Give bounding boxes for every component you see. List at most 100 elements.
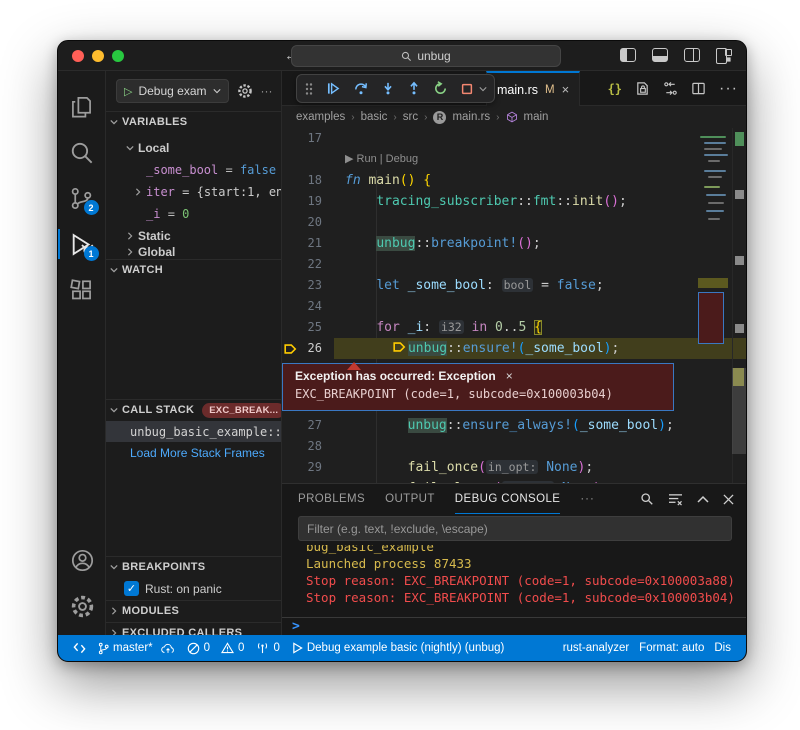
excluded-callers-section-header[interactable]: EXCLUDED CALLERS [106, 622, 281, 635]
glyph-margin[interactable] [282, 436, 298, 457]
activitybar-item-explorer[interactable] [58, 83, 106, 129]
statusbar-item-remote[interactable] [68, 635, 91, 661]
lock-file-icon[interactable] [635, 81, 650, 96]
breadcrumb-item[interactable]: basic [361, 111, 388, 123]
start-debug-icon[interactable]: ▷ [124, 85, 132, 98]
close-panel-icon[interactable] [723, 494, 734, 505]
console-filter-input[interactable]: Filter (e.g. text, !exclude, \escape) [298, 516, 732, 541]
step-over-icon[interactable] [353, 81, 369, 96]
editor-more-actions-icon[interactable]: ··· [719, 80, 738, 98]
activitybar-item-source-control[interactable]: 2 [58, 175, 106, 221]
panel-tab-debug-console[interactable]: DEBUG CONSOLE [455, 484, 561, 514]
console-line[interactable]: Stop reason: EXC_BREAKPOINT (code=1, sub… [306, 589, 746, 606]
stack-frame-row[interactable]: unbug_basic_example::ma [106, 421, 281, 442]
stop-options-chevron-icon[interactable] [479, 85, 487, 93]
glyph-margin[interactable] [282, 457, 298, 478]
load-more-frames-link[interactable]: Load More Stack Frames [106, 442, 281, 463]
glyph-margin[interactable] [282, 170, 298, 191]
glyph-margin[interactable] [282, 296, 298, 317]
breadcrumb-item[interactable]: src [403, 111, 418, 123]
console-prompt[interactable]: > [282, 617, 746, 635]
code-line-29[interactable]: 29 fail_once(in_opt: None); [282, 457, 746, 478]
console-line[interactable]: Launched process 87433 [306, 555, 746, 572]
glyph-margin[interactable] [282, 317, 298, 338]
maximize-panel-chevron-icon[interactable] [697, 495, 709, 503]
callstack-section-header[interactable]: CALL STACK EXC_BREAK... [106, 399, 281, 420]
codelens-run-debug[interactable]: ▶ Run | Debug [282, 149, 746, 170]
launch-config-dropdown[interactable]: ▷ Debug exam [116, 79, 229, 103]
stop-icon[interactable] [460, 82, 474, 96]
activitybar-item-settings[interactable] [58, 583, 106, 629]
variable-row[interactable]: _some_bool = false [106, 159, 281, 180]
gear-icon[interactable] [237, 83, 253, 99]
code-line-27[interactable]: 27 unbug::ensure_always!(_some_bool); [282, 415, 746, 436]
variables-scope-static[interactable]: Static [106, 225, 281, 246]
debug-current-line-arrow-icon[interactable] [282, 338, 298, 359]
panel-search-icon[interactable] [640, 492, 654, 506]
code-line-28[interactable]: 28 [282, 436, 746, 457]
continue-icon[interactable] [326, 81, 341, 96]
variable-row[interactable]: iter = {start:1, end… [106, 181, 281, 202]
format-braces-icon[interactable]: {} [608, 82, 622, 96]
breakpoints-section-header[interactable]: BREAKPOINTS [106, 556, 281, 577]
code-editor[interactable]: 17▶ Run | Debug18fn main() {19 tracing_s… [282, 128, 746, 483]
command-center-search[interactable]: unbug [291, 45, 561, 67]
split-editor-icon[interactable] [691, 81, 706, 96]
activitybar-item-search[interactable] [58, 129, 106, 175]
breadcrumb-item[interactable]: examples [296, 111, 345, 123]
toggle-sidebar-icon[interactable] [620, 48, 636, 62]
panel-tab-problems[interactable]: PROBLEMS [298, 484, 365, 514]
glyph-margin[interactable] [282, 233, 298, 254]
panel-tab-output[interactable]: OUTPUT [385, 484, 435, 514]
variables-scope-local[interactable]: Local [106, 137, 281, 158]
open-changes-icon[interactable] [663, 81, 678, 96]
activitybar-item-run-and-debug[interactable]: 1 [58, 221, 106, 267]
glyph-margin[interactable] [282, 191, 298, 212]
toolbar-drag-handle[interactable] [304, 82, 314, 96]
statusbar-item-debug-play[interactable]: Debug example basic (nightly) (unbug) [287, 635, 510, 661]
restart-icon[interactable] [433, 81, 448, 96]
variables-scope-global[interactable]: Global [106, 244, 281, 259]
sidebar-more-actions[interactable]: ··· [261, 84, 273, 98]
glyph-margin[interactable] [282, 128, 298, 149]
code-line-22[interactable]: 22 [282, 254, 746, 275]
minimize-window-button[interactable] [92, 50, 104, 62]
code-line-21[interactable]: 21 unbug::breakpoint!(); [282, 233, 746, 254]
statusbar-item-error[interactable]: 00 [182, 635, 250, 661]
code-line-20[interactable]: 20 [282, 212, 746, 233]
overview-ruler[interactable] [732, 128, 746, 483]
console-line[interactable]: bug_basic_example [306, 545, 746, 555]
debug-console-output[interactable]: bug_basic_exampleLaunched process 87433S… [282, 545, 746, 617]
breadcrumb-item[interactable]: main [524, 111, 549, 123]
glyph-margin[interactable] [282, 275, 298, 296]
code-line-25[interactable]: 25 for _i: i32 in 0..5 { [282, 317, 746, 338]
clear-console-icon[interactable] [668, 493, 683, 506]
console-line[interactable]: Stop reason: EXC_BREAKPOINT (code=1, sub… [306, 572, 746, 589]
panel-more-tabs-icon[interactable]: ··· [580, 493, 595, 505]
toggle-secondary-sidebar-icon[interactable] [684, 48, 700, 62]
watch-section-header[interactable]: WATCH [106, 259, 281, 280]
glyph-margin[interactable] [282, 254, 298, 275]
code-line-24[interactable]: 24 [282, 296, 746, 317]
code-line-19[interactable]: 19 tracing_subscriber::fmt::init(); [282, 191, 746, 212]
statusbar-item-format-auto[interactable]: Format: auto [634, 642, 709, 654]
statusbar-item-rust-analyzer[interactable]: rust-analyzer [558, 642, 634, 654]
glyph-margin[interactable] [282, 212, 298, 233]
tab-main-rs[interactable]: main.rs M × [486, 71, 580, 106]
toggle-panel-icon[interactable] [652, 48, 668, 62]
modules-section-header[interactable]: MODULES [106, 600, 281, 621]
scrollbar-thumb[interactable] [732, 368, 746, 454]
close-tab-icon[interactable]: × [562, 82, 570, 97]
activitybar-item-extensions[interactable] [58, 267, 106, 313]
variable-row[interactable]: _i = 0 [106, 203, 281, 224]
breadcrumb-item[interactable]: main.rs [452, 111, 490, 123]
step-out-icon[interactable] [407, 81, 421, 96]
zoom-window-button[interactable] [112, 50, 124, 62]
breakpoint-checkbox[interactable]: ✓ [124, 581, 139, 596]
customize-layout-icon[interactable] [716, 48, 732, 62]
statusbar-item-branch[interactable]: master* [93, 635, 180, 661]
glyph-margin[interactable] [282, 415, 298, 436]
activitybar-item-account[interactable] [58, 537, 106, 583]
code-line-18[interactable]: 18fn main() { [282, 170, 746, 191]
statusbar-item-dis[interactable]: Dis [709, 642, 736, 654]
